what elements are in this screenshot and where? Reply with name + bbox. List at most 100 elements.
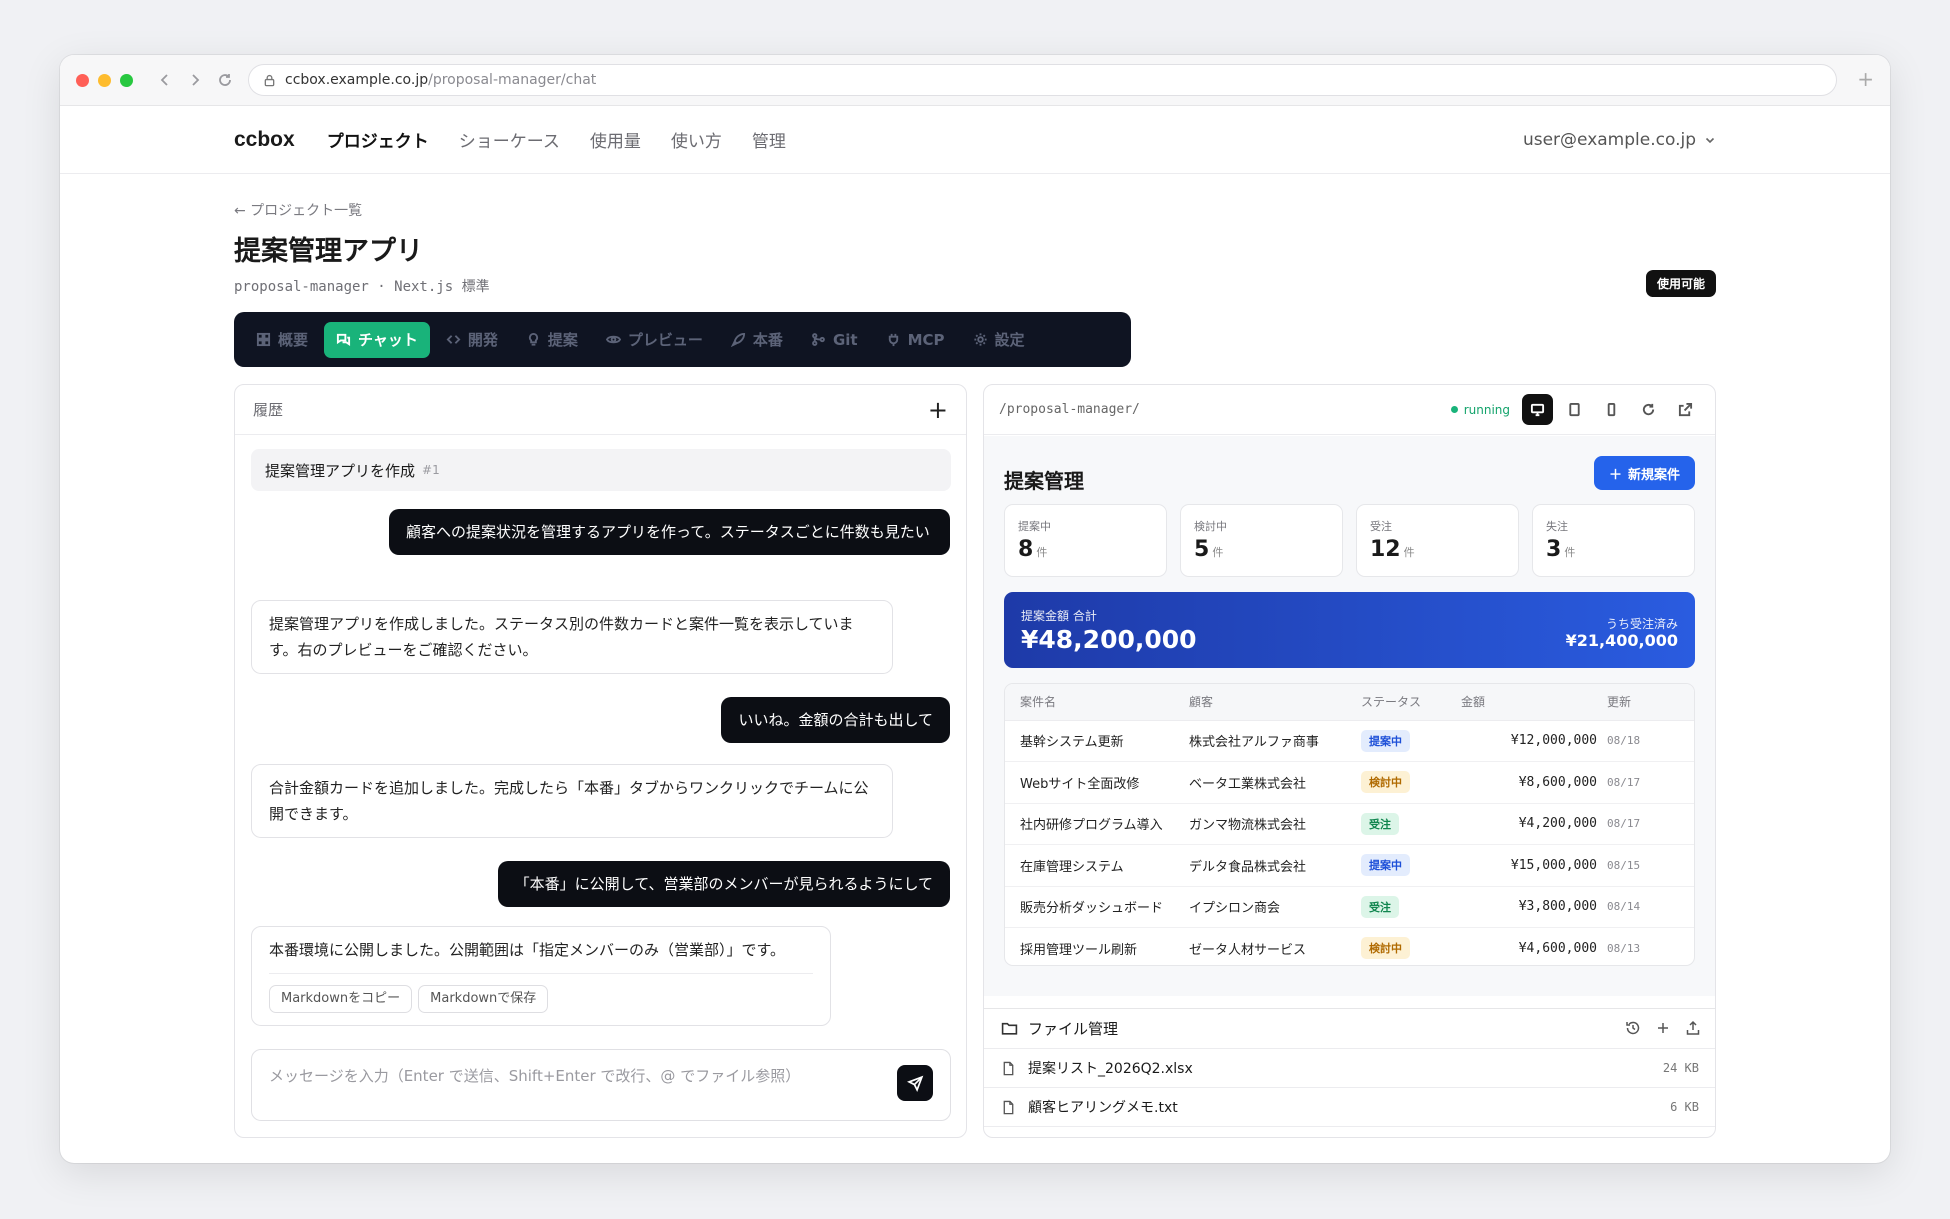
case-amount: ¥12,000,000 xyxy=(1461,720,1597,762)
minimize-window-button[interactable] xyxy=(98,73,111,87)
url-path: /proposal-manager/chat xyxy=(428,72,597,88)
tab-overview[interactable]: 概要 xyxy=(244,322,320,358)
new-tab-icon[interactable]: + xyxy=(1857,69,1874,89)
table-row[interactable]: 基幹システム更新 株式会社アルファ商事 提案中 ¥12,000,000 08/18 xyxy=(1005,720,1694,762)
folder-icon xyxy=(1001,1022,1018,1035)
assistant-message: 本番環境に公開しました。公開範囲は「指定メンバーのみ（営業部）」です。 Mark… xyxy=(251,926,831,1026)
brand-logo[interactable]: ccbox xyxy=(234,128,295,152)
stat-unit: 件 xyxy=(1564,546,1576,559)
history-label: 履歴 xyxy=(253,401,284,419)
case-amount: ¥8,600,000 xyxy=(1461,761,1597,804)
browser-window: ccbox.example.co.jp/proposal-manager/cha… xyxy=(60,55,1890,1163)
add-file-icon[interactable] xyxy=(1655,1020,1671,1036)
table-row[interactable]: 採用管理ツール刷新 ゼータ人材サービス 検討中 ¥4,600,000 08/13 xyxy=(1005,927,1694,965)
app-title: 提案管理 xyxy=(1004,469,1084,493)
history-number: #1 xyxy=(422,463,440,477)
status-pill: 検討中 xyxy=(1361,771,1410,794)
nav-link-admin[interactable]: 管理 xyxy=(752,127,786,152)
plus-icon: ＋ xyxy=(1608,467,1622,483)
table-row[interactable]: 社内研修プログラム導入 ガンマ物流株式会社 受注 ¥4,200,000 08/17 xyxy=(1005,803,1694,845)
browser-chrome: ccbox.example.co.jp/proposal-manager/cha… xyxy=(60,55,1890,106)
stat-card-proposing: 提案中 8 件 xyxy=(1004,504,1167,577)
tab-preview[interactable]: プレビュー xyxy=(594,322,715,358)
stat-value: 8 xyxy=(1018,537,1034,562)
column-header: 顧客 xyxy=(1189,684,1361,721)
save-markdown-button[interactable]: Markdownで保存 xyxy=(418,985,549,1013)
new-case-button[interactable]: ＋ 新規案件 xyxy=(1593,456,1695,490)
case-name: Webサイト全面改修 xyxy=(1005,761,1189,804)
case-client: ガンマ物流株式会社 xyxy=(1189,803,1361,845)
tablet-view-button[interactable] xyxy=(1559,394,1590,425)
nav-link-projects[interactable]: プロジェクト xyxy=(327,127,429,152)
tab-mcp[interactable]: MCP xyxy=(874,322,957,358)
mobile-view-button[interactable] xyxy=(1596,394,1627,425)
open-external-button[interactable] xyxy=(1670,394,1701,425)
running-label: running xyxy=(1463,402,1510,417)
stat-label: 受注 xyxy=(1370,520,1392,533)
refresh-preview-button[interactable] xyxy=(1633,394,1664,425)
table-row[interactable]: 販売分析ダッシュボード イプシロン商会 受注 ¥3,800,000 08/14 xyxy=(1005,886,1694,928)
back-icon[interactable] xyxy=(157,72,173,88)
history-item[interactable]: 提案管理アプリを作成 #1 xyxy=(251,449,951,491)
tablet-icon xyxy=(1569,402,1580,417)
table-row[interactable]: 在庫管理システム デルタ食品株式会社 提案中 ¥15,000,000 08/15 xyxy=(1005,844,1694,887)
case-client: 株式会社アルファ商事 xyxy=(1189,720,1361,762)
message-input-placeholder: メッセージを入力（Enter で送信、Shift+Enter で改行、@ でファ… xyxy=(269,1067,801,1085)
forward-icon[interactable] xyxy=(187,72,203,88)
case-updated: 08/14 xyxy=(1597,886,1694,928)
copy-markdown-button[interactable]: Markdownをコピー xyxy=(269,985,413,1013)
nav-link-usage[interactable]: 使用量 xyxy=(590,127,641,152)
upload-icon[interactable] xyxy=(1685,1020,1701,1036)
file-item[interactable]: 顧客ヒアリングメモ.txt 6 KB xyxy=(984,1088,1715,1127)
tab-develop[interactable]: 開発 xyxy=(434,322,510,358)
assistant-message: 合計金額カードを追加しました。完成したら「本番」タブからワンクリックでチームに公… xyxy=(251,764,893,838)
tab-label: プレビュー xyxy=(627,331,703,349)
tab-chat[interactable]: チャット xyxy=(324,321,430,358)
history-icon[interactable] xyxy=(1625,1020,1641,1036)
status-pill: 提案中 xyxy=(1361,854,1410,877)
preview-panel: /proposal-manager/ running 提案管理 ＋ 新規案件 提案… xyxy=(983,384,1716,1138)
tab-label: 概要 xyxy=(278,331,309,349)
desktop-view-button[interactable] xyxy=(1522,394,1553,425)
case-client: ベータ工業株式会社 xyxy=(1189,761,1361,804)
status-pill: 受注 xyxy=(1361,812,1399,835)
table-row[interactable]: Webサイト全面改修 ベータ工業株式会社 検討中 ¥8,600,000 08/17 xyxy=(1005,761,1694,804)
monitor-icon xyxy=(1530,403,1545,417)
gear-icon xyxy=(973,333,987,346)
tab-label: Git xyxy=(832,330,858,349)
send-button[interactable] xyxy=(897,1065,933,1101)
tab-proposal[interactable]: 提案 xyxy=(514,322,590,358)
refresh-icon xyxy=(1642,403,1655,416)
case-name: 在庫管理システム xyxy=(1005,844,1189,887)
status-pill: 受注 xyxy=(1361,895,1399,918)
tab-settings[interactable]: 設定 xyxy=(961,322,1037,358)
case-client: イプシロン商会 xyxy=(1189,886,1361,928)
back-to-projects-link[interactable]: ← プロジェクト一覧 xyxy=(234,200,362,220)
assistant-message: 提案管理アプリを作成しました。ステータス別の件数カードと案件一覧を表示しています… xyxy=(251,600,893,674)
tab-git[interactable]: Git xyxy=(799,322,870,358)
address-bar[interactable]: ccbox.example.co.jp/proposal-manager/cha… xyxy=(248,64,1837,96)
case-name: 基幹システム更新 xyxy=(1005,720,1189,762)
stat-label: 失注 xyxy=(1546,520,1568,533)
file-item[interactable]: 提案リスト_2026Q2.xlsx 24 KB xyxy=(984,1049,1715,1088)
tab-production[interactable]: 本番 xyxy=(719,322,795,358)
file-manager: ファイル管理 提案リスト_2026Q2.xlsx 24 KB 顧客ヒアリングメモ… xyxy=(984,1008,1715,1127)
maximize-window-button[interactable] xyxy=(120,73,133,87)
new-chat-plus-icon[interactable]: + xyxy=(928,398,948,422)
stat-unit: 件 xyxy=(1036,546,1048,559)
grid-icon xyxy=(256,332,271,347)
history-title: 提案管理アプリを作成 xyxy=(265,461,416,480)
rocket-icon xyxy=(730,332,745,347)
nav-link-howto[interactable]: 使い方 xyxy=(671,127,722,152)
eye-icon xyxy=(605,335,621,344)
stat-value: 3 xyxy=(1546,537,1562,562)
total-amount-card: 提案金額 合計 ¥48,200,000 うち受注済み ¥21,400,000 xyxy=(1004,592,1695,668)
nav-link-showcase[interactable]: ショーケース xyxy=(459,127,560,152)
user-menu[interactable]: user@example.co.jp xyxy=(1523,130,1716,150)
close-window-button[interactable] xyxy=(76,73,89,87)
message-input[interactable]: メッセージを入力（Enter で送信、Shift+Enter で改行、@ でファ… xyxy=(251,1049,951,1121)
reload-icon[interactable] xyxy=(217,72,233,88)
tab-label: チャット xyxy=(358,331,418,349)
file-size: 24 KB xyxy=(1662,1061,1699,1075)
case-updated: 08/18 xyxy=(1597,720,1694,762)
